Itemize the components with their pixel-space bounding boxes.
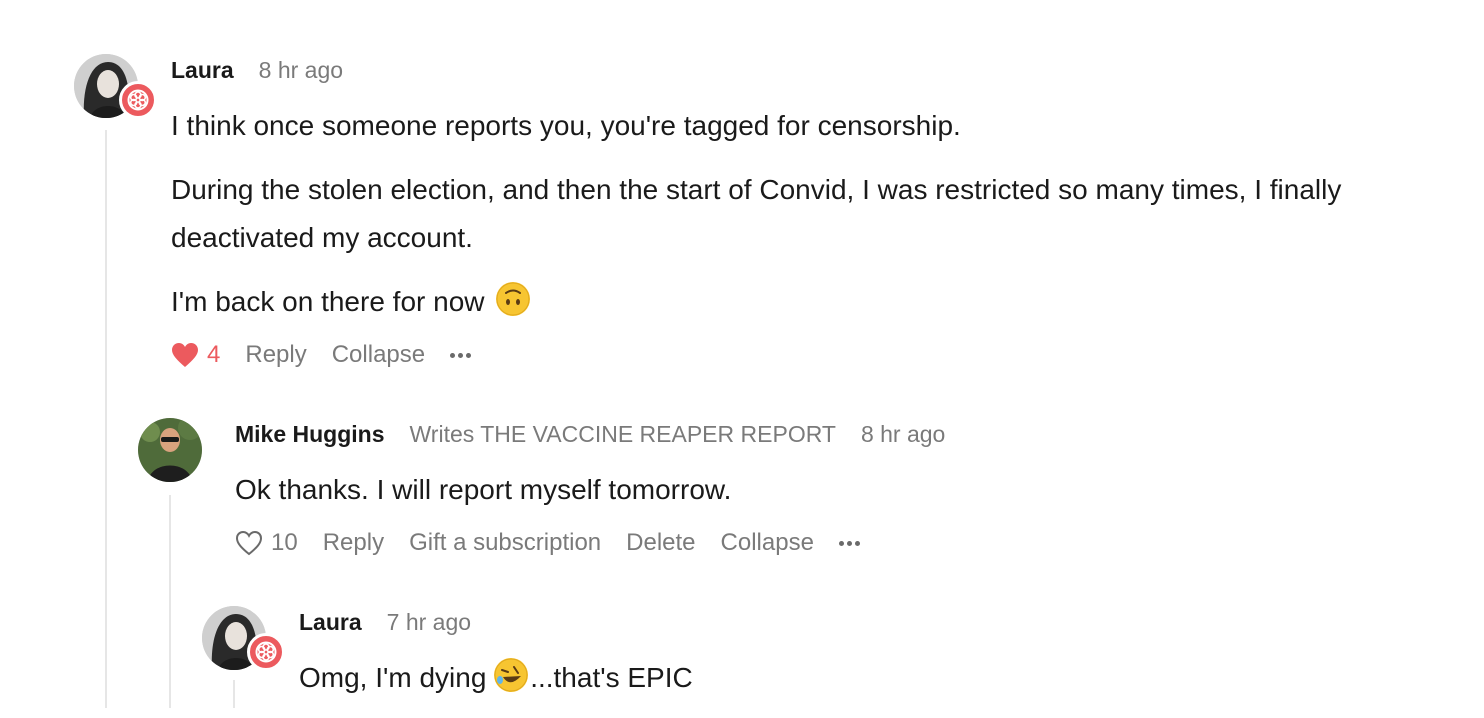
comment-actions: 10 Reply Gift a subscription Delete Coll…: [235, 529, 863, 557]
more-options-icon[interactable]: [838, 540, 863, 546]
thread-line-1: [105, 130, 107, 708]
like-button[interactable]: 10: [235, 529, 298, 557]
collapse-button[interactable]: Collapse: [721, 529, 814, 557]
comment-meta: Laura 8 hr ago: [171, 57, 343, 84]
reply-button[interactable]: Reply: [323, 529, 384, 557]
timestamp[interactable]: 8 hr ago: [259, 57, 343, 84]
like-count: 4: [207, 341, 221, 368]
comment-paragraph: I think once someone reports you, you're…: [171, 110, 961, 141]
thread-line-3: [233, 680, 235, 708]
collapse-button[interactable]: Collapse: [332, 341, 425, 369]
comment-paragraph: Ok thanks. I will report myself tomorrow…: [235, 474, 732, 505]
author-name[interactable]: Laura: [299, 609, 362, 636]
heart-outline-icon: [235, 530, 263, 556]
comment-text: I'm back on there for now: [171, 286, 485, 317]
timestamp[interactable]: 8 hr ago: [861, 421, 945, 448]
timestamp[interactable]: 7 hr ago: [387, 609, 471, 636]
like-count: 10: [271, 529, 298, 556]
more-options-icon[interactable]: [450, 352, 474, 358]
subscriber-badge-icon: [119, 81, 157, 119]
reply-button[interactable]: Reply: [245, 341, 306, 369]
comment-body: Ok thanks. I will report myself tomorrow…: [235, 466, 1475, 530]
comment-body: I think once someone reports you, you're…: [171, 102, 1481, 342]
comment-paragraph: During the stolen election, and then the…: [171, 174, 1342, 253]
rolling-on-floor-laughing-emoji: [494, 658, 529, 692]
gift-subscription-button[interactable]: Gift a subscription: [409, 529, 601, 557]
author-name[interactable]: Laura: [171, 57, 234, 84]
comment-actions: 4 Reply Collapse: [171, 341, 474, 369]
subscriber-badge-icon: [247, 633, 285, 671]
heart-filled-icon: [172, 343, 198, 367]
author-name[interactable]: Mike Huggins: [235, 421, 385, 448]
publication-byline[interactable]: Writes THE VACCINE REAPER REPORT: [410, 421, 836, 448]
like-button[interactable]: 4: [171, 341, 220, 369]
comment-text: ...that's EPIC: [530, 662, 693, 693]
avatar-photo: [138, 418, 202, 482]
comment-meta: Laura 7 hr ago: [299, 609, 471, 636]
avatar[interactable]: [138, 418, 202, 482]
comment-paragraph: Omg, I'm dying ...that's EPIC: [299, 654, 1469, 702]
comment-text: Omg, I'm dying: [299, 662, 495, 693]
comment-meta: Mike Huggins Writes THE VACCINE REAPER R…: [235, 421, 945, 448]
upside-down-face-emoji: [496, 282, 531, 316]
comment-body: Omg, I'm dying ...that's EPIC: [299, 654, 1469, 718]
comment-paragraph: I'm back on there for now: [171, 278, 1481, 326]
thread-line-2: [169, 495, 171, 708]
delete-button[interactable]: Delete: [626, 529, 695, 557]
